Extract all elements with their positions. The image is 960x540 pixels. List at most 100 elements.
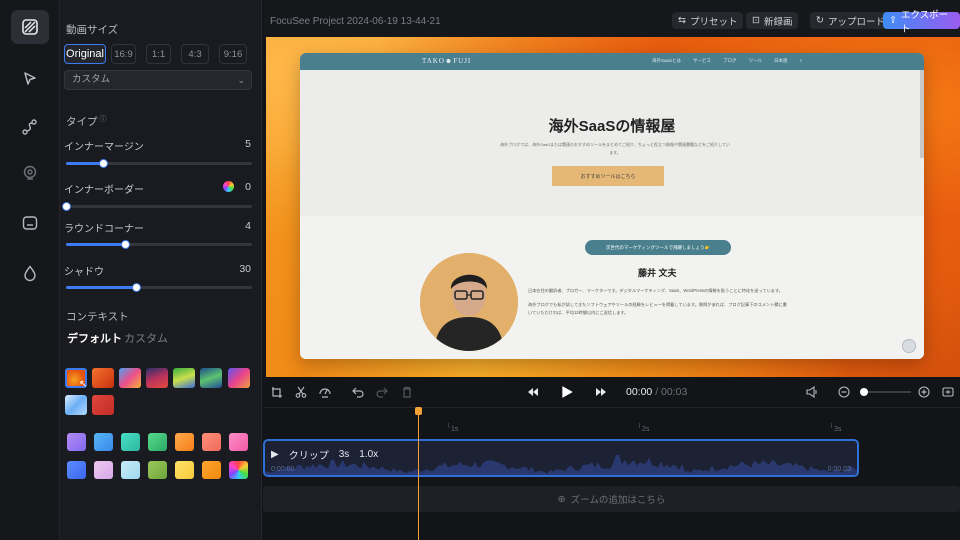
swatch-teal[interactable] bbox=[121, 433, 140, 451]
wallpaper-green-wave[interactable] bbox=[173, 368, 195, 388]
timeline-ruler[interactable]: 1s 2s 3s bbox=[263, 416, 960, 434]
drop-icon bbox=[24, 265, 36, 282]
play-icon[interactable] bbox=[560, 385, 574, 399]
video-clip[interactable]: ▶ クリップ 3s 1.0x 0:00.00 0:00.03 bbox=[263, 439, 859, 477]
crop-icon[interactable] bbox=[271, 386, 283, 398]
ratio-9-16-button[interactable]: 9:16 bbox=[219, 44, 247, 64]
swatch-olive[interactable] bbox=[148, 461, 167, 479]
swatch-pink[interactable] bbox=[229, 433, 248, 451]
slider-knob[interactable] bbox=[132, 282, 142, 292]
color-wheel-icon[interactable] bbox=[223, 181, 234, 192]
swatch-orange[interactable] bbox=[175, 433, 194, 451]
motion-tool[interactable] bbox=[11, 110, 49, 144]
gradient-background-icon bbox=[22, 19, 38, 35]
ruler-label: 1s bbox=[451, 426, 459, 433]
site-nav-item: 日本語 bbox=[774, 58, 788, 63]
shadow-slider[interactable] bbox=[66, 282, 252, 292]
playhead[interactable] bbox=[415, 407, 422, 540]
zoom-in-icon[interactable] bbox=[918, 386, 930, 398]
swatch-green[interactable] bbox=[148, 433, 167, 451]
current-time: 00:00 bbox=[626, 386, 653, 398]
swatch-ice[interactable] bbox=[121, 461, 140, 479]
clip-end-time: 0:00.03 bbox=[827, 466, 851, 473]
site-nav-links: 海外SaaSとは サービス ブログ ツール 日本語 ⌕ bbox=[652, 58, 802, 64]
ratio-1-1-button[interactable]: 1:1 bbox=[146, 44, 171, 64]
speed-icon[interactable] bbox=[319, 386, 331, 398]
site-nav-item: 海外SaaSとは bbox=[652, 58, 682, 63]
delete-icon[interactable] bbox=[401, 386, 413, 398]
size-select[interactable]: カスタム ⌄ bbox=[64, 70, 252, 90]
swatch-royal-blue[interactable] bbox=[67, 461, 86, 479]
tab-default[interactable]: デフォルト bbox=[67, 330, 122, 346]
inner-border-slider[interactable] bbox=[61, 201, 252, 211]
zoom-out-icon[interactable] bbox=[838, 386, 850, 398]
export-button[interactable]: ⇪ エクスポート bbox=[883, 10, 960, 35]
zoom-slider[interactable] bbox=[860, 388, 911, 396]
total-time: 00:03 bbox=[661, 386, 688, 398]
undo-icon[interactable] bbox=[352, 386, 364, 398]
recorded-website: TAKO☻FUJI 海外SaaSとは サービス ブログ ツール 日本語 ⌕ 海外… bbox=[300, 53, 924, 359]
ruler-tick bbox=[448, 423, 449, 428]
swatch-coral[interactable] bbox=[202, 433, 221, 451]
slider-knob[interactable] bbox=[61, 201, 71, 211]
slider-knob[interactable] bbox=[121, 239, 131, 249]
swatch-yellow[interactable] bbox=[175, 461, 194, 479]
site-scrollbar bbox=[920, 70, 924, 158]
wallpaper-dusk[interactable] bbox=[146, 368, 168, 388]
site-nav-item: ブログ bbox=[723, 58, 737, 63]
preview-canvas[interactable]: TAKO☻FUJI 海外SaaSとは サービス ブログ ツール 日本語 ⌕ 海外… bbox=[266, 37, 960, 377]
scissors-icon[interactable] bbox=[295, 386, 307, 398]
site-bio: 日本在住の翻訳者、ブロガー、マーケターです。デジタルマーケティング、SaaS、W… bbox=[528, 287, 788, 318]
wallpaper-red[interactable] bbox=[92, 395, 114, 415]
site-hero-subtitle: 海外ブログでは、海外SaaSまたは関連のおすすめツールをまとめてご紹介、ちょっと… bbox=[500, 142, 730, 155]
round-corner-slider[interactable] bbox=[66, 239, 252, 249]
playhead-handle[interactable] bbox=[415, 407, 422, 415]
inner-margin-value: 5 bbox=[245, 138, 251, 150]
ratio-4-3-button[interactable]: 4:3 bbox=[181, 44, 209, 64]
clip-start-time: 0:00.00 bbox=[271, 466, 295, 473]
clip-duration: 3s bbox=[338, 449, 350, 460]
swatch-blue[interactable] bbox=[94, 433, 113, 451]
timecode: 00:00 / 00:03 bbox=[626, 386, 687, 398]
caption-tool[interactable] bbox=[11, 206, 49, 240]
swatch-purple[interactable] bbox=[67, 433, 86, 451]
inner-border-label: インナーボーダー bbox=[64, 185, 144, 196]
effect-tool[interactable] bbox=[11, 256, 49, 290]
add-zoom-track[interactable]: ⊕ ズームの追加はこちら bbox=[263, 486, 960, 512]
slider-knob[interactable] bbox=[98, 158, 108, 168]
swatch-custom-color[interactable] bbox=[229, 461, 248, 479]
camera-tool[interactable] bbox=[11, 156, 49, 190]
size-select-value: カスタム bbox=[72, 74, 111, 85]
swatch-lavender[interactable] bbox=[94, 461, 113, 479]
wallpaper-orange-shape[interactable] bbox=[92, 368, 114, 388]
wallpaper-colorful[interactable] bbox=[119, 368, 141, 388]
wallpaper-blue-green[interactable] bbox=[200, 368, 222, 388]
upload-button[interactable]: ↻ アップロード bbox=[810, 12, 891, 29]
background-tool[interactable] bbox=[11, 10, 49, 44]
rewind-icon[interactable] bbox=[527, 386, 539, 398]
fast-forward-icon[interactable] bbox=[595, 386, 607, 398]
timeline[interactable]: 1s 2s 3s ▶ クリップ 3s 1.0x 0:00.00 0:00.03 … bbox=[263, 407, 960, 540]
cursor-tool[interactable] bbox=[11, 62, 49, 96]
site-nav: TAKO☻FUJI 海外SaaSとは サービス ブログ ツール 日本語 ⌕ bbox=[300, 53, 924, 158]
volume-icon[interactable] bbox=[806, 386, 818, 398]
ratio-original-button[interactable]: Original bbox=[64, 44, 106, 64]
clip-header: ▶ クリップ 3s 1.0x bbox=[271, 447, 378, 462]
zoom-slider-knob[interactable] bbox=[860, 388, 868, 396]
camera-icon bbox=[23, 165, 37, 180]
wallpaper-abstract[interactable] bbox=[228, 368, 250, 388]
swatch-amber[interactable] bbox=[202, 461, 221, 479]
ratio-16-9-button[interactable]: 16:9 bbox=[111, 44, 136, 64]
site-bio-paragraph: 海外ブログでも私が試してきたソフトウェアやツールの経験をレビューを掲載しています… bbox=[528, 301, 787, 316]
preset-button[interactable]: ⇆ プリセット bbox=[672, 12, 744, 29]
settings-panel: 動画サイズ Original 16:9 1:1 4:3 9:16 カスタム ⌄ タ… bbox=[60, 0, 262, 540]
round-corner-value: 4 bbox=[245, 220, 251, 232]
new-recording-button[interactable]: ⊡ 新録画 bbox=[746, 12, 799, 29]
inner-margin-slider[interactable] bbox=[66, 158, 252, 168]
site-avatar bbox=[420, 253, 518, 351]
wallpaper-light-blue[interactable] bbox=[65, 395, 87, 415]
redo-icon[interactable] bbox=[376, 386, 388, 398]
tab-custom[interactable]: カスタム bbox=[124, 330, 168, 346]
add-circle-icon: ⊕ bbox=[557, 493, 566, 505]
fit-screen-icon[interactable] bbox=[942, 386, 954, 398]
